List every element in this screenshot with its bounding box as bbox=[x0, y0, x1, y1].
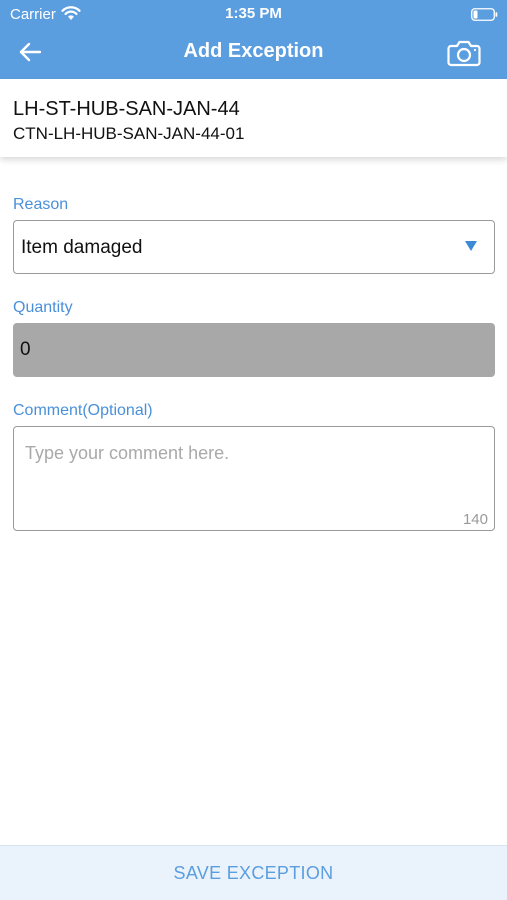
quantity-field[interactable] bbox=[13, 323, 495, 377]
camera-button[interactable] bbox=[444, 36, 484, 70]
comment-box: 140 bbox=[13, 426, 495, 531]
status-bar: Carrier 1:35 PM bbox=[0, 0, 507, 28]
reason-dropdown[interactable]: Item damaged bbox=[13, 220, 495, 274]
nav-bar: Add Exception bbox=[0, 28, 507, 79]
shipment-info-card: LH-ST-HUB-SAN-JAN-44 CTN-LH-HUB-SAN-JAN-… bbox=[0, 79, 507, 157]
shipment-id: LH-ST-HUB-SAN-JAN-44 bbox=[13, 98, 240, 120]
status-time: 1:35 PM bbox=[225, 5, 282, 22]
add-exception-screen: Carrier 1:35 PM Add Exception LH-ST-HUB-… bbox=[0, 0, 507, 900]
reason-selected-value: Item damaged bbox=[21, 237, 143, 258]
save-exception-button[interactable]: SAVE EXCEPTION bbox=[0, 845, 507, 900]
comment-label: Comment(Optional) bbox=[13, 402, 153, 419]
page-title: Add Exception bbox=[183, 40, 324, 62]
header: Carrier 1:35 PM Add Exception bbox=[0, 0, 507, 79]
carton-id: CTN-LH-HUB-SAN-JAN-44-01 bbox=[13, 124, 245, 143]
comment-input[interactable] bbox=[14, 427, 494, 507]
quantity-label: Quantity bbox=[13, 299, 73, 316]
camera-icon bbox=[447, 40, 481, 67]
dropdown-arrow-icon bbox=[465, 241, 477, 251]
comment-char-count: 140 bbox=[462, 511, 488, 528]
battery-icon bbox=[471, 8, 498, 21]
reason-label: Reason bbox=[13, 196, 69, 213]
